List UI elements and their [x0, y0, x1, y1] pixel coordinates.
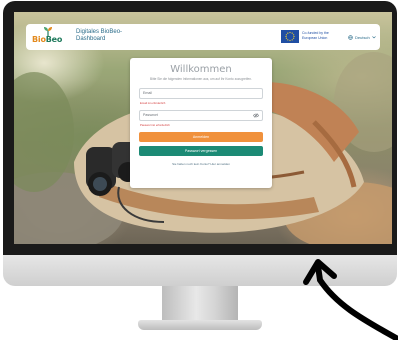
top-bar: BioBeo Digitales BioBeo- Dashboard Co-fu…: [26, 24, 380, 50]
language-selector[interactable]: Deutsch: [348, 31, 378, 43]
login-title: Willkommen: [170, 64, 232, 75]
login-button[interactable]: Anmelden: [139, 132, 263, 142]
dashboard-title-line2: Dashboard: [76, 36, 106, 42]
logo-text-beo: Beo: [45, 35, 63, 44]
globe-icon: [348, 34, 353, 40]
language-label: Deutsch: [355, 34, 370, 40]
email-field[interactable]: Email: [139, 88, 263, 99]
login-card: Willkommen Bitte Sie die folgenden Infor…: [130, 58, 272, 188]
forgot-password-button[interactable]: Passwort vergessen: [139, 146, 263, 156]
chevron-down-icon: [371, 35, 376, 38]
dashboard-title-line1: Digitales BioBeo-: [76, 29, 123, 35]
dashboard-title: Digitales BioBeo- Dashboard: [76, 29, 146, 43]
eu-funding-line2: European Union: [302, 35, 328, 40]
login-subtitle: Bitte Sie die folgenden Informationen au…: [150, 77, 252, 81]
eu-funding-text: Co-funded by the European Union: [302, 31, 342, 40]
logo-text-bio: Bio: [32, 35, 46, 44]
biobeo-logo[interactable]: BioBeo: [32, 27, 68, 47]
eye-icon[interactable]: [253, 113, 259, 118]
password-placeholder: Passwort: [143, 113, 158, 117]
logo-text: BioBeo: [32, 35, 62, 44]
pointer-arrow-icon: [303, 259, 398, 340]
monitor-frame: BioBeo Digitales BioBeo- Dashboard Co-fu…: [3, 1, 397, 255]
password-error-text: Passwort ist erforderlich: [140, 123, 170, 127]
register-link[interactable]: Sie haben noch kein Konto? Hier anmelden: [130, 162, 272, 166]
monitor-stand-neck: [162, 286, 238, 322]
monitor-stand-base: [138, 320, 262, 330]
eu-flag-icon: [281, 30, 299, 43]
email-error-text: Email ist erforderlich: [140, 101, 166, 105]
password-field[interactable]: Passwort: [139, 110, 263, 121]
screen: BioBeo Digitales BioBeo- Dashboard Co-fu…: [14, 12, 392, 244]
